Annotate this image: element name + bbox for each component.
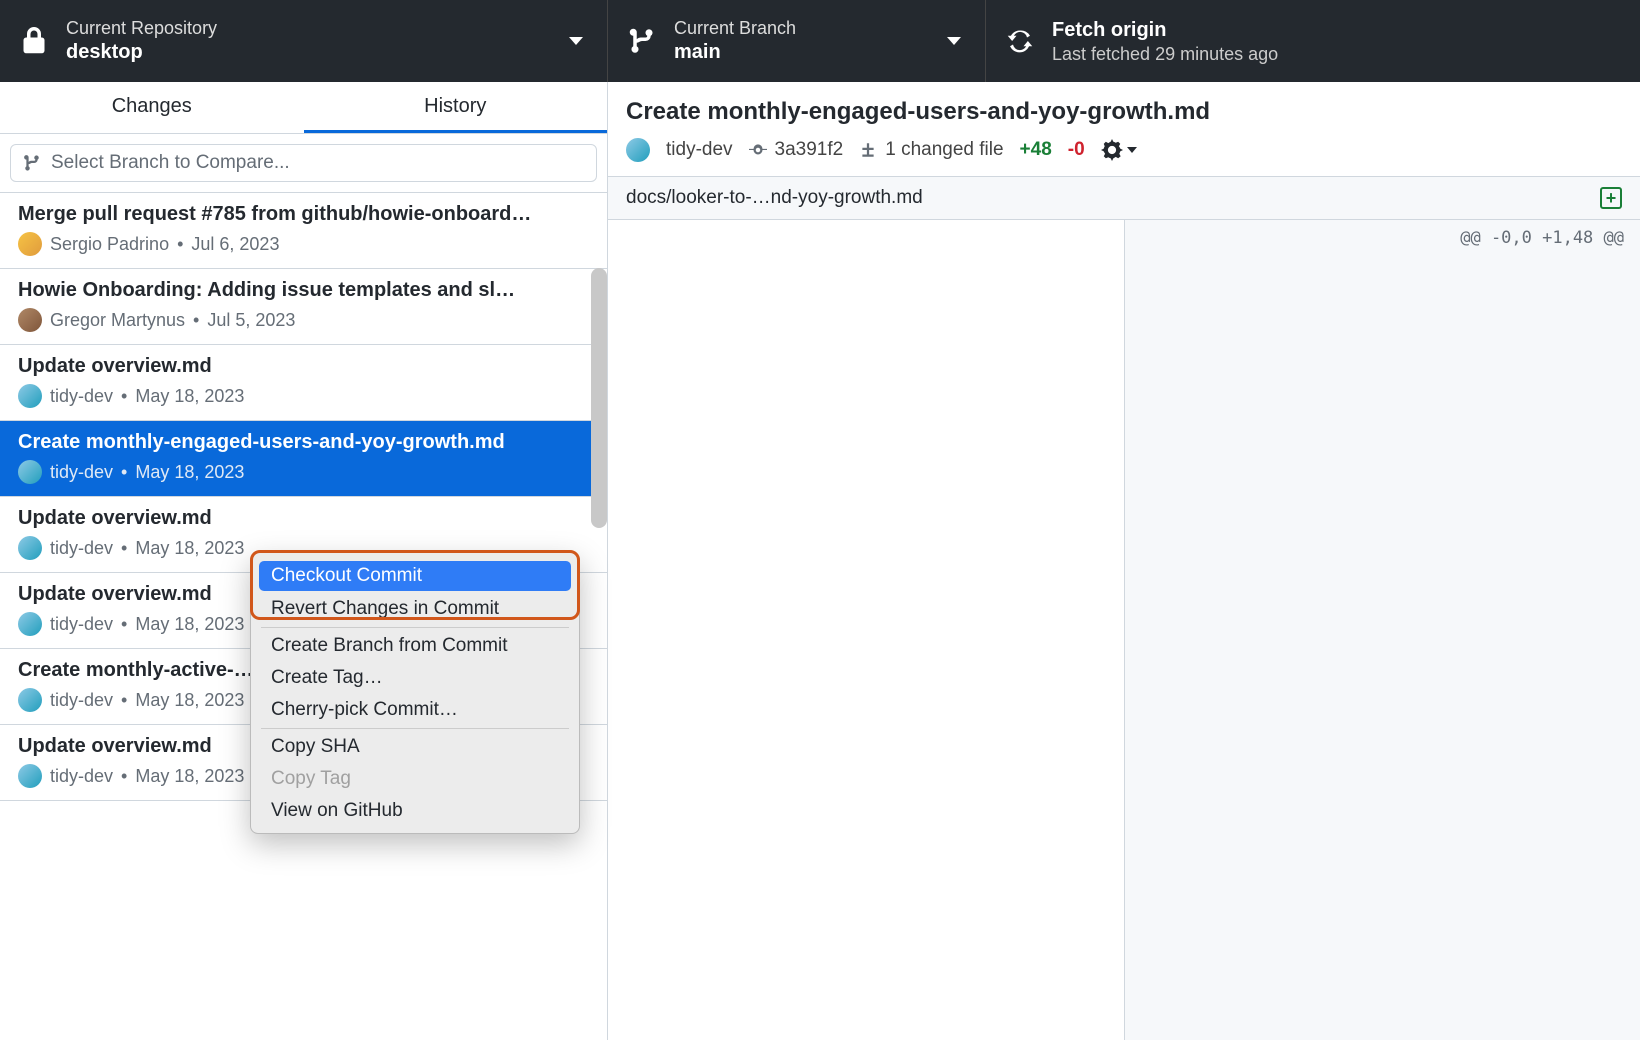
- fetch-subtext: Last fetched 29 minutes ago: [1052, 44, 1278, 65]
- branch-icon: [628, 27, 656, 55]
- repo-value: desktop: [66, 41, 217, 64]
- sidebar-tabs: Changes History: [0, 82, 607, 134]
- top-toolbar: Current Repository desktop Current Branc…: [0, 0, 1640, 82]
- deletions-count: -0: [1068, 139, 1085, 161]
- menu-revert-commit[interactable]: Revert Changes in Commit: [251, 593, 579, 625]
- lock-icon: [20, 27, 48, 55]
- diff-left: [608, 220, 1125, 1040]
- menu-checkout-commit[interactable]: Checkout Commit: [259, 561, 571, 591]
- menu-view-on-github[interactable]: View on GitHub: [251, 795, 579, 827]
- commit-item-title: Update overview.md: [18, 507, 589, 530]
- commit-context-menu: Checkout Commit Revert Changes in Commit…: [250, 552, 580, 834]
- avatar: [18, 688, 42, 712]
- avatar: [18, 384, 42, 408]
- avatar: [18, 308, 42, 332]
- menu-create-tag[interactable]: Create Tag…: [251, 662, 579, 694]
- branch-compare-input[interactable]: Select Branch to Compare...: [10, 144, 597, 182]
- avatar: [18, 460, 42, 484]
- avatar: [18, 612, 42, 636]
- commit-detail-title: Create monthly-engaged-users-and-yoy-gro…: [626, 98, 1622, 126]
- diff-options-button[interactable]: [1101, 139, 1137, 161]
- commit-item-title: Create monthly-engaged-users-and-yoy-gro…: [18, 431, 589, 454]
- commit-icon: [749, 141, 767, 159]
- branch-icon: [23, 154, 41, 172]
- commit-header: Create monthly-engaged-users-and-yoy-gro…: [608, 82, 1640, 177]
- commit-item[interactable]: Update overview.md tidy-dev•May 18, 2023: [0, 345, 607, 421]
- menu-create-branch[interactable]: Create Branch from Commit: [251, 630, 579, 662]
- commit-item[interactable]: Merge pull request #785 from github/howi…: [0, 193, 607, 269]
- menu-copy-tag: Copy Tag: [251, 763, 579, 795]
- menu-separator: [261, 627, 569, 628]
- avatar: [18, 232, 42, 256]
- commit-item-title: Merge pull request #785 from github/howi…: [18, 203, 589, 226]
- branch-value: main: [674, 41, 796, 64]
- fetch-origin-button[interactable]: Fetch origin Last fetched 29 minutes ago: [986, 0, 1640, 82]
- caret-down-icon: [1127, 147, 1137, 153]
- tab-changes[interactable]: Changes: [0, 82, 304, 133]
- diff-right: @@ -0,0 +1,48 @@: [1125, 220, 1640, 1040]
- menu-cherry-pick[interactable]: Cherry-pick Commit…: [251, 694, 579, 726]
- sidebar: Changes History Select Branch to Compare…: [0, 82, 608, 1040]
- repo-label: Current Repository: [66, 18, 217, 39]
- files-changed: 1 changed file: [859, 139, 1003, 161]
- menu-separator: [261, 728, 569, 729]
- current-branch-selector[interactable]: Current Branch main: [608, 0, 986, 82]
- changed-file-row[interactable]: docs/looker-to-…nd-yoy-growth.md +: [608, 177, 1640, 220]
- fetch-label: Fetch origin: [1052, 19, 1278, 42]
- commit-item-meta: tidy-dev•May 18, 2023: [18, 460, 589, 484]
- commit-item-meta: Gregor Martynus•Jul 5, 2023: [18, 308, 589, 332]
- chevron-down-icon: [569, 37, 583, 45]
- diff-icon: [859, 141, 877, 159]
- commit-item[interactable]: Howie Onboarding: Adding issue templates…: [0, 269, 607, 345]
- commit-item-meta: Sergio Padrino•Jul 6, 2023: [18, 232, 589, 256]
- avatar: [626, 138, 650, 162]
- avatar: [18, 764, 42, 788]
- commit-item-title: Howie Onboarding: Adding issue templates…: [18, 279, 589, 302]
- branch-label: Current Branch: [674, 18, 796, 39]
- gear-icon: [1101, 139, 1123, 161]
- hunk-header: @@ -0,0 +1,48 @@: [1125, 220, 1640, 256]
- file-path: docs/looker-to-…nd-yoy-growth.md: [626, 187, 923, 209]
- file-added-icon: +: [1600, 187, 1622, 209]
- chevron-down-icon: [947, 37, 961, 45]
- diff-pane: @@ -0,0 +1,48 @@: [608, 220, 1640, 1040]
- menu-copy-sha[interactable]: Copy SHA: [251, 731, 579, 763]
- main-layout: Changes History Select Branch to Compare…: [0, 82, 1640, 1040]
- commit-sha[interactable]: 3a391f2: [749, 139, 844, 161]
- commit-item-title: Update overview.md: [18, 355, 589, 378]
- commit-detail-pane: Create monthly-engaged-users-and-yoy-gro…: [608, 82, 1640, 1040]
- tab-history[interactable]: History: [304, 82, 608, 133]
- commit-item[interactable]: Create monthly-engaged-users-and-yoy-gro…: [0, 421, 607, 497]
- commit-item-meta: tidy-dev•May 18, 2023: [18, 384, 589, 408]
- commit-author: tidy-dev: [626, 138, 733, 162]
- scrollbar-thumb[interactable]: [591, 268, 607, 528]
- sync-icon: [1006, 27, 1034, 55]
- additions-count: +48: [1020, 139, 1052, 161]
- branch-compare-placeholder: Select Branch to Compare...: [51, 152, 290, 174]
- current-repository-selector[interactable]: Current Repository desktop: [0, 0, 608, 82]
- avatar: [18, 536, 42, 560]
